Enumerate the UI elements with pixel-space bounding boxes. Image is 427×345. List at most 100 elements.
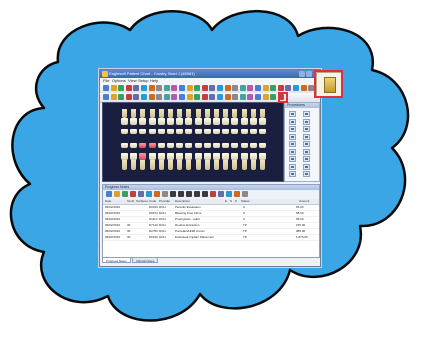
upper-tooth-crown[interactable]	[130, 118, 138, 125]
lower-tooth-crown[interactable]	[259, 153, 266, 160]
toolbar-button-icon[interactable]	[103, 85, 109, 91]
toolbar-button-icon[interactable]	[110, 94, 117, 100]
toolbar-button-icon[interactable]	[118, 94, 125, 100]
procedure-button[interactable]	[289, 148, 296, 155]
lower-tooth-crown[interactable]	[157, 153, 165, 160]
procedure-button[interactable]	[303, 118, 310, 125]
upper-occlusal-tooth[interactable]	[167, 129, 174, 134]
lower-occlusal-tooth[interactable]	[157, 143, 165, 148]
lower-occlusal-tooth[interactable]	[148, 143, 156, 148]
procedure-button[interactable]	[289, 141, 296, 147]
lower-tooth-crown[interactable]	[139, 153, 147, 160]
procedure-button[interactable]	[303, 111, 310, 117]
toolbar-button-icon[interactable]	[247, 85, 254, 91]
notes-toolbar-icon[interactable]	[130, 191, 136, 197]
upper-tooth-root[interactable]	[232, 109, 238, 118]
procedure-button[interactable]	[289, 133, 296, 140]
procedure-button[interactable]	[289, 156, 296, 162]
col-description[interactable]: Description	[175, 199, 190, 204]
procedure-button[interactable]	[289, 126, 296, 132]
procedure-button[interactable]	[303, 171, 310, 177]
toolbar-button-icon[interactable]	[255, 85, 261, 91]
procedure-button[interactable]	[289, 163, 296, 170]
lower-tooth-root[interactable]	[158, 160, 164, 170]
procedure-button[interactable]	[303, 141, 310, 147]
upper-tooth-root[interactable]	[223, 109, 229, 118]
upper-occlusal-tooth[interactable]	[185, 129, 193, 134]
toolbar-button-icon[interactable]	[285, 85, 292, 91]
lower-tooth-root[interactable]	[223, 160, 229, 170]
toolbar-button-icon[interactable]	[148, 85, 155, 91]
upper-tooth-root[interactable]	[214, 109, 219, 118]
lower-tooth-crown[interactable]	[194, 153, 202, 160]
lower-tooth-root[interactable]	[250, 160, 256, 170]
toolbar-button-icon[interactable]	[118, 85, 125, 91]
procedure-button[interactable]	[289, 118, 296, 125]
upper-tooth-crown[interactable]	[249, 118, 257, 125]
upper-occlusal-tooth[interactable]	[231, 129, 239, 134]
lower-tooth-crown[interactable]	[167, 153, 174, 160]
lower-occlusal-tooth[interactable]	[176, 143, 184, 148]
toolbar-button-icon[interactable]	[194, 94, 201, 100]
toolbar-button-icon[interactable]	[179, 94, 185, 100]
toolbar-button-icon[interactable]	[133, 94, 140, 100]
notes-toolbar-icon[interactable]	[138, 191, 144, 197]
toolbar-button-icon[interactable]	[156, 94, 163, 100]
upper-occlusal-tooth[interactable]	[249, 129, 257, 134]
upper-tooth-crown[interactable]	[121, 118, 128, 125]
notes-toolbar-icon[interactable]	[170, 191, 176, 197]
lower-tooth-crown[interactable]	[185, 153, 193, 160]
toolbar-button-icon[interactable]	[209, 85, 216, 91]
upper-tooth-root[interactable]	[140, 109, 146, 118]
lower-tooth-crown[interactable]	[231, 153, 239, 160]
upper-tooth-crown[interactable]	[240, 118, 248, 125]
col-e[interactable]: E	[225, 199, 227, 204]
col-code[interactable]: Code	[149, 199, 156, 204]
toolbar-button-icon[interactable]	[141, 85, 147, 91]
upper-tooth-crown[interactable]	[213, 118, 220, 125]
lower-tooth-root[interactable]	[260, 160, 265, 170]
toolbar-button-icon[interactable]	[179, 85, 185, 91]
lower-tooth-crown[interactable]	[148, 153, 156, 160]
lower-tooth-root[interactable]	[232, 160, 238, 170]
upper-occlusal-tooth[interactable]	[222, 129, 230, 134]
col-p[interactable]: P	[235, 199, 237, 204]
upper-tooth-root[interactable]	[131, 109, 137, 118]
procedure-button[interactable]	[303, 133, 310, 140]
upper-tooth-crown[interactable]	[157, 118, 165, 125]
lower-tooth-root[interactable]	[195, 160, 201, 170]
col-s[interactable]: S	[230, 199, 232, 204]
toolbar-button-icon[interactable]	[224, 94, 231, 100]
upper-tooth-crown[interactable]	[194, 118, 202, 125]
upper-tooth-root[interactable]	[168, 109, 173, 118]
toolbar-button-icon[interactable]	[262, 94, 269, 100]
lower-occlusal-tooth[interactable]	[130, 143, 138, 148]
toolbar-button-icon[interactable]	[163, 85, 170, 91]
lower-tooth-root[interactable]	[177, 160, 183, 170]
procedure-button[interactable]	[303, 148, 310, 155]
upper-occlusal-tooth[interactable]	[139, 129, 147, 134]
toolbar-button-icon[interactable]	[186, 94, 193, 100]
procedure-button[interactable]	[303, 156, 310, 162]
lower-tooth-root[interactable]	[131, 160, 137, 170]
toolbar-button-icon[interactable]	[217, 94, 223, 100]
notes-toolbar-icon[interactable]	[210, 191, 216, 197]
upper-tooth-root[interactable]	[260, 109, 265, 118]
toolbar-button-icon[interactable]	[171, 94, 178, 100]
lower-occlusal-tooth[interactable]	[194, 143, 202, 148]
lower-tooth-root[interactable]	[168, 160, 173, 170]
upper-tooth-crown[interactable]	[148, 118, 156, 125]
notes-toolbar-icon[interactable]	[234, 191, 240, 197]
lower-occlusal-tooth[interactable]	[121, 143, 128, 148]
toolbar-button-icon[interactable]	[194, 85, 201, 91]
toolbar-button-icon[interactable]	[125, 94, 132, 100]
upper-tooth-crown[interactable]	[176, 118, 184, 125]
upper-occlusal-tooth[interactable]	[213, 129, 220, 134]
notes-toolbar-icon[interactable]	[194, 191, 200, 197]
lower-tooth-crown[interactable]	[176, 153, 184, 160]
lower-tooth-crown[interactable]	[240, 153, 248, 160]
upper-tooth-root[interactable]	[158, 109, 164, 118]
upper-occlusal-tooth[interactable]	[259, 129, 266, 134]
toolbar-button-icon[interactable]	[224, 85, 231, 91]
notes-toolbar-icon[interactable]	[154, 191, 160, 197]
